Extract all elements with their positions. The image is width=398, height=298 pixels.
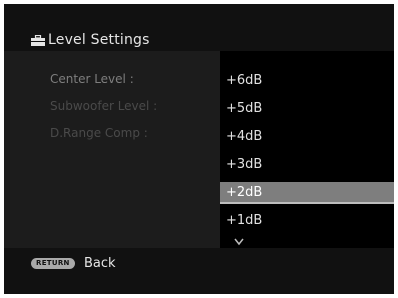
toolbox-icon <box>31 34 45 46</box>
page-title-text: Level Settings <box>48 32 150 48</box>
title-bar: Level Settings <box>4 4 394 51</box>
option-plus-4db[interactable]: +4dB <box>220 126 394 148</box>
level-dropdown[interactable]: +6dB +5dB +4dB +3dB +2dB +1dB <box>220 51 394 248</box>
option-plus-1db[interactable]: +1dB <box>220 210 394 232</box>
footer: RETURN Back <box>4 248 394 294</box>
settings-panel: Center Level : Subwoofer Level : D.Range… <box>4 51 394 248</box>
return-button-badge[interactable]: RETURN <box>31 258 75 269</box>
page-title: Level Settings <box>31 32 150 48</box>
option-plus-5db[interactable]: +5dB <box>220 98 394 120</box>
menu-item-subwoofer-level[interactable]: Subwoofer Level : <box>50 98 157 125</box>
settings-menu: Center Level : Subwoofer Level : D.Range… <box>50 71 157 152</box>
menu-item-drange-comp[interactable]: D.Range Comp : <box>50 125 157 152</box>
option-plus-2db-selected[interactable]: +2dB <box>220 182 394 204</box>
option-plus-6db[interactable]: +6dB <box>220 70 394 92</box>
menu-item-center-level[interactable]: Center Level : <box>50 71 157 98</box>
back-label: Back <box>84 256 116 271</box>
chevron-down-icon[interactable] <box>234 238 244 246</box>
option-plus-3db[interactable]: +3dB <box>220 154 394 176</box>
screen: Level Settings Center Level : Subwoofer … <box>4 4 394 294</box>
